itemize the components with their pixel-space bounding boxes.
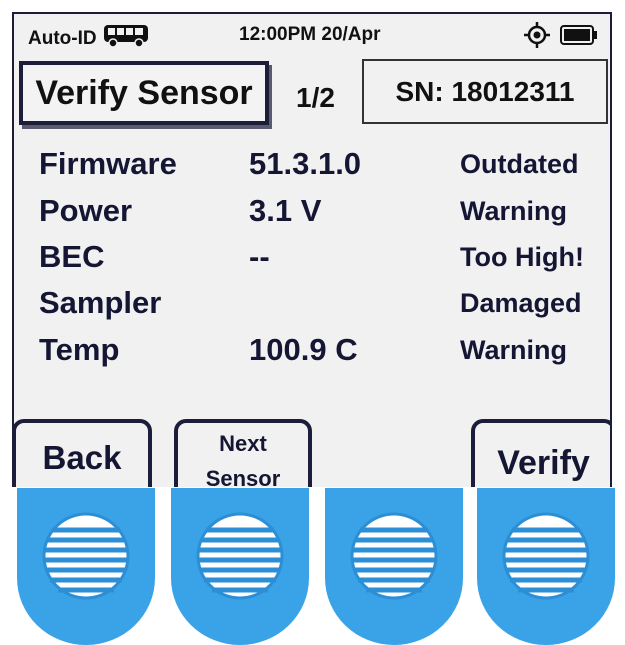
row-value: -- bbox=[249, 239, 270, 274]
row-label: Sampler bbox=[39, 285, 162, 320]
bus-icon bbox=[103, 24, 149, 54]
page-title: Verify Sensor bbox=[19, 61, 269, 125]
row-label: Temp bbox=[39, 332, 120, 367]
next-sensor-softkey[interactable]: Next Sensor bbox=[174, 419, 312, 487]
datetime: 12:00PM 20/Apr bbox=[239, 24, 381, 45]
row-status: Warning bbox=[460, 196, 567, 226]
info-row-power: Power 3.1 V Warning bbox=[14, 193, 610, 233]
row-value: 100.9 C bbox=[249, 332, 358, 367]
row-status: Too High! bbox=[460, 242, 584, 272]
row-label: Power bbox=[39, 193, 133, 228]
row-value: 3.1 V bbox=[249, 193, 322, 228]
device-screen: Auto-ID 12:00PM 20/Apr Verify Sensor 1/2… bbox=[12, 12, 612, 487]
hardware-button-4[interactable] bbox=[474, 488, 618, 645]
row-status: Damaged bbox=[460, 288, 582, 318]
hardware-button-1[interactable] bbox=[14, 488, 158, 645]
row-status: Warning bbox=[460, 335, 567, 365]
battery-icon bbox=[560, 25, 598, 50]
page-indicator: 1/2 bbox=[296, 82, 335, 113]
back-softkey[interactable]: Back bbox=[14, 419, 152, 487]
next-label-line1: Next bbox=[219, 431, 267, 456]
info-row-bec: BEC -- Too High! bbox=[14, 239, 610, 279]
crosshair-icon bbox=[524, 22, 550, 53]
hardware-button-2[interactable] bbox=[168, 488, 312, 645]
next-label-line2: Sensor bbox=[205, 466, 281, 487]
row-label: BEC bbox=[39, 239, 105, 274]
row-value: 51.3.1.0 bbox=[249, 146, 362, 181]
hardware-button-3[interactable] bbox=[322, 488, 466, 645]
row-label: Firmware bbox=[39, 146, 177, 181]
mode-indicator: Auto-ID bbox=[28, 24, 149, 54]
back-label: Back bbox=[42, 439, 122, 476]
verify-softkey[interactable]: Verify bbox=[471, 419, 610, 487]
mode-label: Auto-ID bbox=[28, 28, 97, 49]
verify-label: Verify bbox=[497, 444, 590, 482]
info-row-firmware: Firmware 51.3.1.0 Outdated bbox=[14, 146, 610, 186]
row-status: Outdated bbox=[460, 149, 579, 179]
info-row-sampler: Sampler Damaged bbox=[14, 285, 610, 325]
info-row-temp: Temp 100.9 C Warning bbox=[14, 332, 610, 372]
status-bar: Auto-ID 12:00PM 20/Apr bbox=[14, 14, 610, 54]
serial-number: SN: 18012311 bbox=[362, 59, 608, 124]
